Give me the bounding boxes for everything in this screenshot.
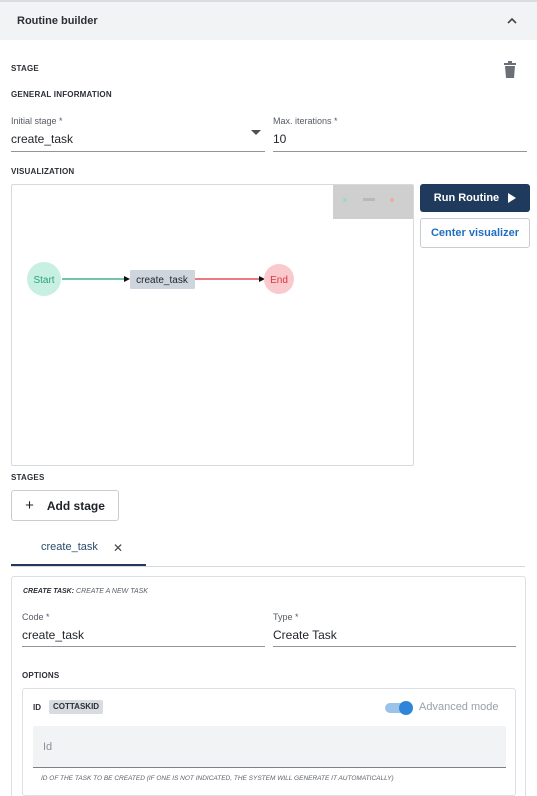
initial-stage-underline (11, 151, 265, 152)
option-key-chip: COTTASKID (49, 700, 104, 714)
advanced-mode-label: Advanced mode (419, 701, 499, 713)
end-node-label: End (270, 275, 288, 286)
general-info-label: GENERAL INFORMATION (11, 90, 112, 99)
type-underline (273, 646, 516, 647)
start-node-label: Start (33, 275, 54, 286)
close-icon[interactable]: ✕ (113, 541, 123, 555)
max-iterations-underline (273, 151, 527, 152)
card-title: CREATE TASK: CREATE A NEW TASK (23, 588, 148, 595)
type-select[interactable]: Create Task (273, 628, 337, 642)
chevron-up-icon[interactable] (505, 14, 519, 28)
code-label: Code * (22, 612, 50, 622)
plus-icon: + (25, 497, 34, 514)
code-underline (22, 646, 265, 647)
arrow-head-icon (124, 276, 130, 282)
center-visualizer-button[interactable]: Center visualizer (420, 218, 530, 248)
visualizer-canvas[interactable]: Start create_task End (11, 184, 414, 466)
toggle-knob (399, 701, 413, 715)
run-routine-label: Run Routine (433, 192, 500, 204)
id-input[interactable]: Id (33, 726, 506, 768)
type-label: Type * (273, 612, 299, 622)
id-placeholder: Id (43, 741, 53, 753)
add-stage-label: Add stage (46, 498, 105, 513)
card-title-rest: CREATE A NEW TASK (74, 588, 148, 595)
trash-icon[interactable] (503, 61, 517, 78)
panel-title: Routine builder (17, 15, 98, 27)
max-iterations-input[interactable]: 10 (273, 132, 286, 146)
options-label: OPTIONS (22, 671, 60, 680)
play-icon (508, 193, 517, 203)
initial-stage-label: Initial stage * (11, 116, 63, 126)
card-title-bold: CREATE TASK: (23, 588, 75, 595)
tab-label: create_task (41, 541, 98, 553)
id-help-text: ID OF THE TASK TO BE CREATED (IF ONE IS … (41, 775, 394, 782)
initial-stage-select[interactable]: create_task (11, 132, 73, 146)
code-input[interactable]: create_task (22, 628, 84, 642)
tab-create-task[interactable]: create_task ✕ (11, 535, 146, 566)
advanced-mode-toggle[interactable] (385, 701, 413, 715)
stage-card: CREATE TASK: CREATE A NEW TASK Code * cr… (11, 576, 526, 796)
run-routine-button[interactable]: Run Routine (420, 184, 530, 212)
flow-diagram: Start create_task End (27, 262, 294, 296)
tabs-divider (11, 566, 525, 567)
task-node-label: create_task (136, 275, 189, 286)
routine-builder-header[interactable]: Routine builder (0, 0, 537, 40)
max-iterations-label: Max. iterations * (273, 116, 338, 126)
dropdown-arrow-icon[interactable] (251, 130, 261, 135)
stages-label: STAGES (11, 473, 45, 482)
option-id-box: ID COTTASKID Advanced mode Id ID OF THE … (22, 688, 516, 796)
add-stage-button[interactable]: + Add stage (11, 490, 119, 521)
option-id-label: ID (33, 703, 41, 712)
stage-section-label: STAGE (11, 64, 39, 73)
visualization-label: VISUALIZATION (11, 167, 75, 176)
